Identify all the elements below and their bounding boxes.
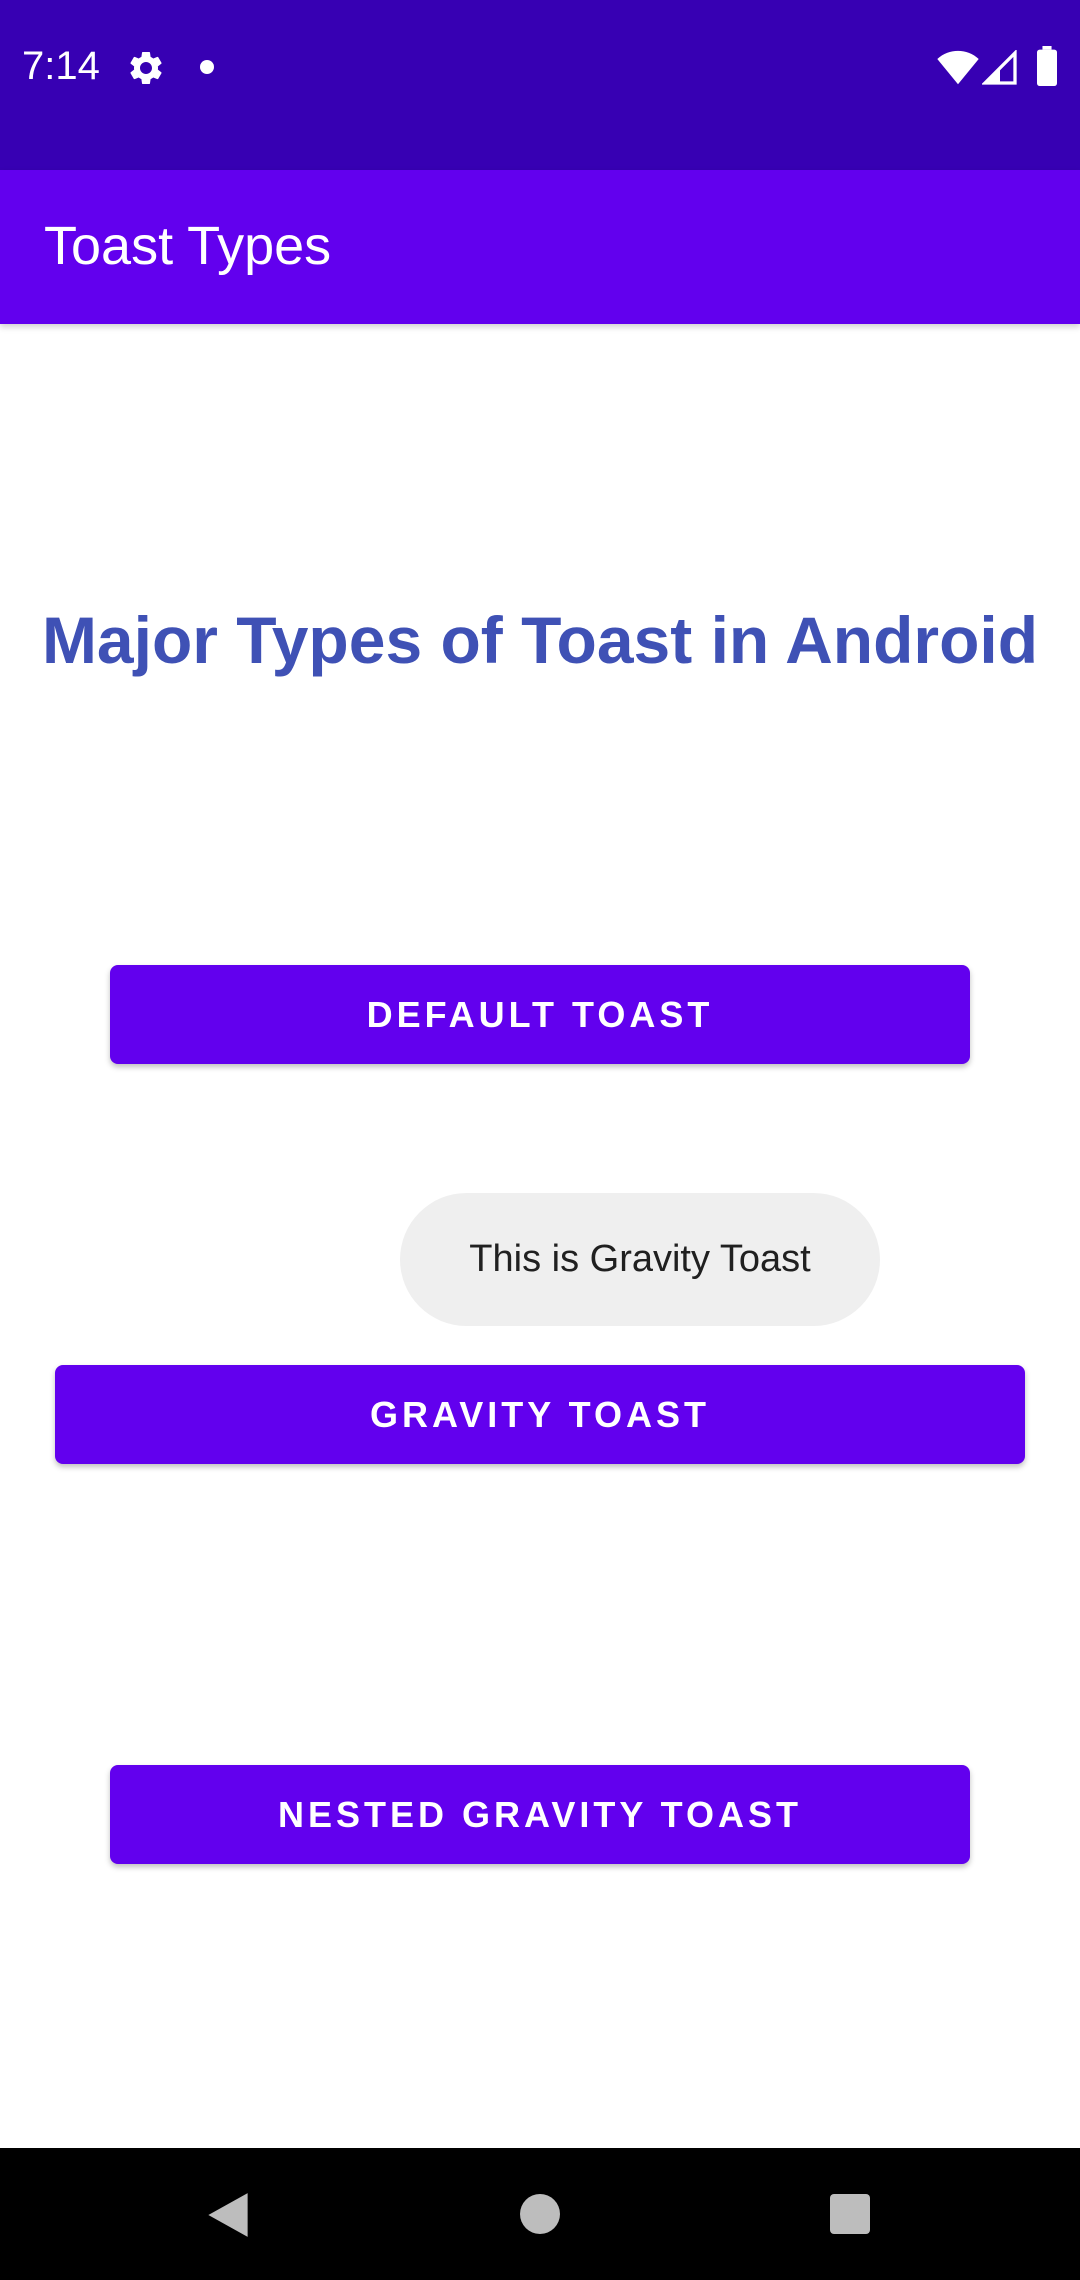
gear-icon — [130, 51, 162, 84]
page-heading: Major Types of Toast in Android — [41, 603, 1039, 677]
status-bar: 7:14 — [0, 0, 1080, 170]
nested-gravity-toast-button[interactable]: NESTED GRAVITY TOAST — [110, 1765, 970, 1864]
app-bar: Toast Types — [0, 170, 1080, 324]
recents-icon[interactable] — [830, 2194, 870, 2234]
screen: 7:14 Toast Types Major Types of Toast in… — [0, 0, 1080, 2280]
default-toast-button[interactable]: DEFAULT TOAST — [110, 965, 970, 1064]
wifi-icon — [937, 50, 979, 85]
cell-signal-icon — [982, 50, 1017, 85]
home-icon[interactable] — [520, 2194, 560, 2234]
gravity-toast-message: This is Gravity Toast — [400, 1193, 880, 1326]
notification-dot-icon — [200, 60, 214, 74]
navigation-bar — [0, 2148, 1080, 2280]
app-title: Toast Types — [44, 216, 332, 276]
status-time: 7:14 — [22, 44, 100, 88]
gravity-toast-button[interactable]: GRAVITY TOAST — [55, 1365, 1025, 1464]
back-icon[interactable] — [205, 2191, 251, 2239]
battery-icon — [1037, 46, 1057, 86]
